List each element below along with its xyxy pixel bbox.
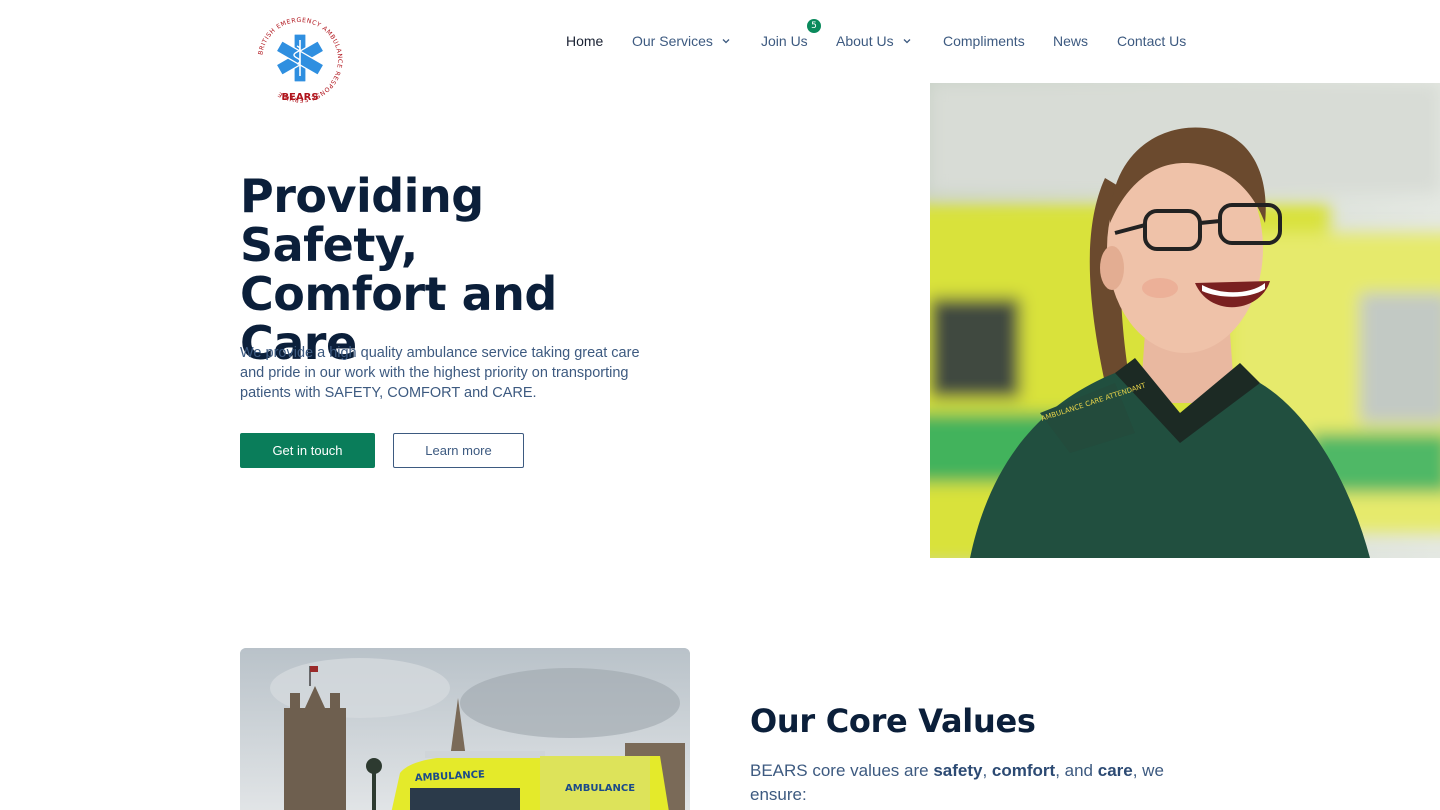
- hero-title: Providing Safety, Comfort and Care: [240, 172, 670, 368]
- nav-join-us-label: Join Us: [761, 33, 808, 49]
- nav-home[interactable]: Home: [566, 30, 603, 52]
- chevron-down-icon: [722, 39, 730, 44]
- nav-compliments[interactable]: Compliments: [943, 30, 1025, 52]
- nav-home-label: Home: [566, 33, 604, 49]
- chevron-down-icon: [903, 39, 911, 44]
- hero-title-line: Comfort and: [240, 267, 557, 321]
- nav-join-us[interactable]: Join Us: [761, 30, 808, 52]
- nav-news-label: News: [1053, 33, 1089, 49]
- nav-our-services-label: Our Services: [632, 33, 713, 49]
- core-values-intro: BEARS core values are safety, comfort, a…: [750, 759, 1190, 807]
- learn-more-button[interactable]: Learn more: [393, 433, 524, 468]
- ambulance-photo-illustration: AMBULANCE AMBULANCE: [240, 648, 690, 810]
- svg-text:BEARS: BEARS: [281, 92, 318, 103]
- nav-contact-us[interactable]: Contact Us: [1117, 30, 1186, 52]
- hero-photo-paramedic: AMBULANCE CARE ATTENDANT: [930, 83, 1440, 558]
- nav-about-us[interactable]: About Us: [836, 30, 912, 52]
- star-of-life-icon: BRITISH EMERGENCY AMBULANCE RESPONSE SER…: [257, 17, 342, 103]
- join-us-count-badge: 5: [807, 19, 821, 33]
- bears-logo[interactable]: BRITISH EMERGENCY AMBULANCE RESPONSE SER…: [252, 12, 348, 108]
- nav-compliments-label: Compliments: [943, 33, 1025, 49]
- paramedic-photo-illustration: AMBULANCE CARE ATTENDANT: [930, 83, 1440, 558]
- intro-prefix: BEARS core values are: [750, 761, 934, 780]
- get-in-touch-button[interactable]: Get in touch: [240, 433, 375, 468]
- hero-description: We provide a high quality ambulance serv…: [240, 345, 640, 401]
- nav-news[interactable]: News: [1053, 30, 1088, 52]
- value-care: care: [1097, 761, 1133, 780]
- hero-title-line: Providing Safety,: [240, 169, 484, 272]
- intro-separator: , and: [1055, 761, 1098, 780]
- value-comfort: comfort: [991, 761, 1056, 780]
- core-values-title: Our Core Values: [750, 702, 1036, 740]
- nav-about-us-label: About Us: [836, 33, 894, 49]
- ambulance-label-side: AMBULANCE: [565, 783, 635, 794]
- ambulance-westminster-photo: AMBULANCE AMBULANCE: [240, 648, 690, 810]
- intro-separator: ,: [982, 761, 992, 780]
- nav-contact-us-label: Contact Us: [1117, 33, 1187, 49]
- value-safety: safety: [933, 761, 983, 780]
- nav-our-services[interactable]: Our Services: [632, 30, 731, 52]
